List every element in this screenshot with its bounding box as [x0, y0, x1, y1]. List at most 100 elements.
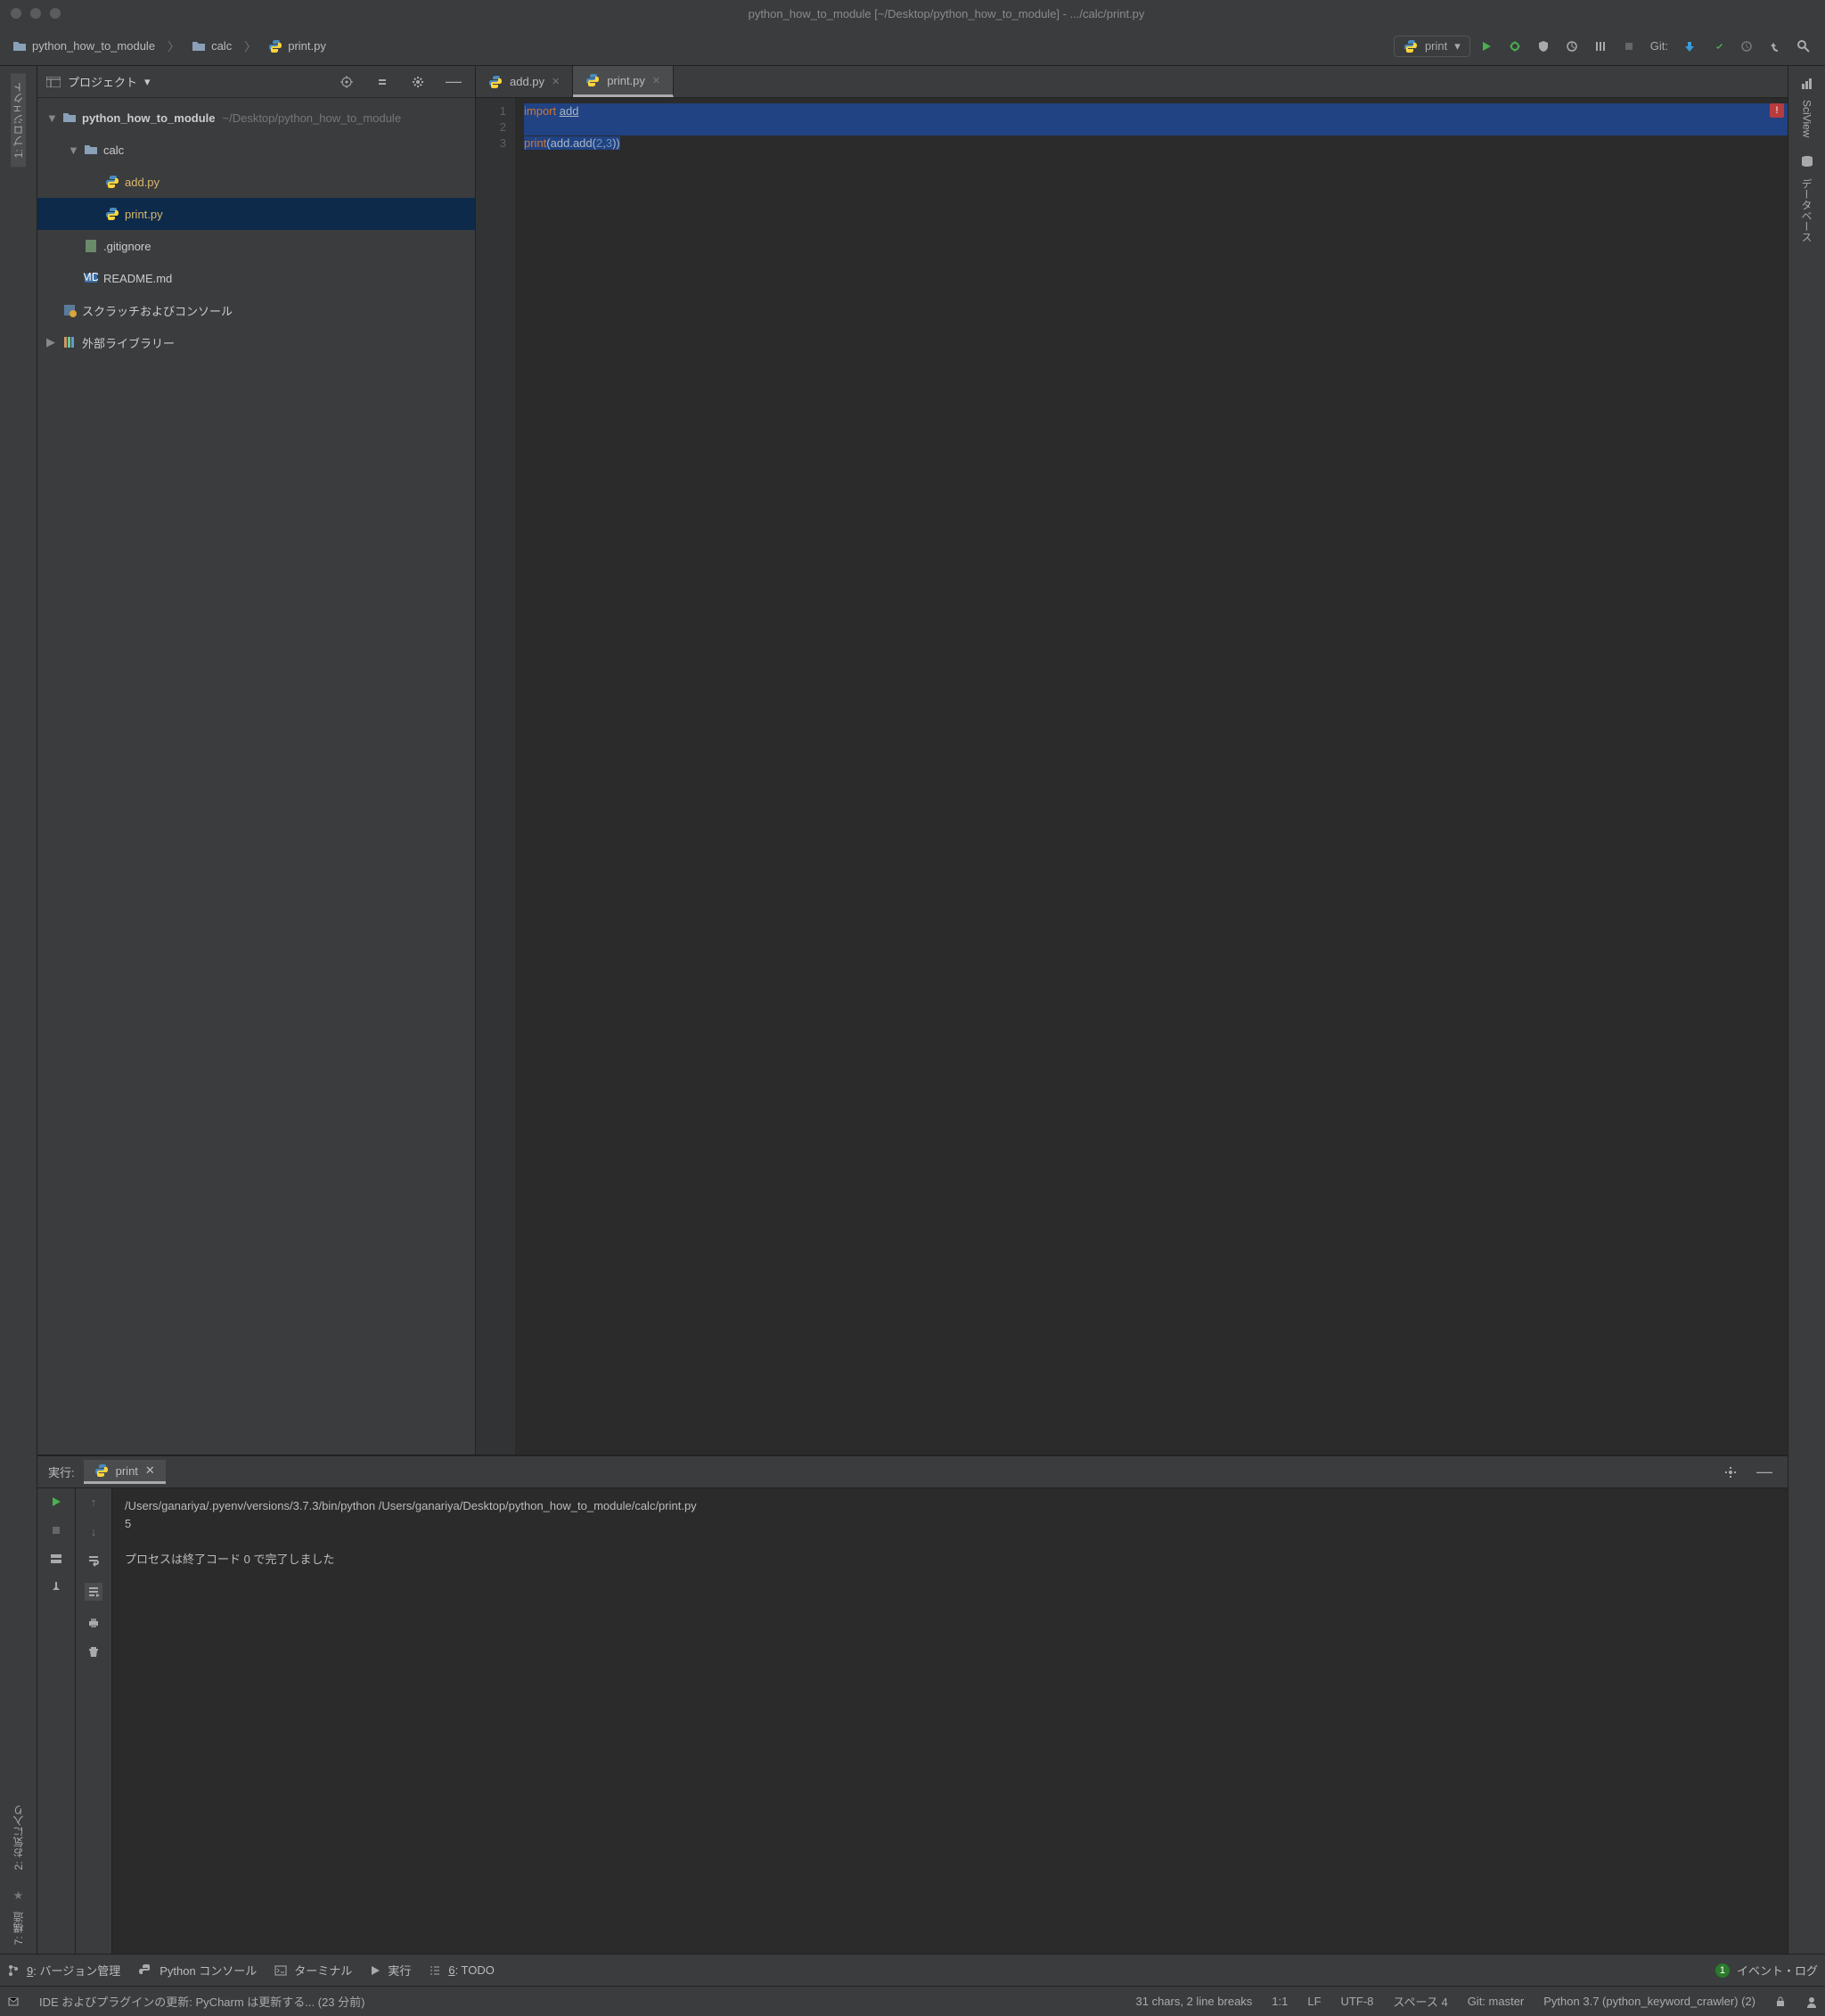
run-config-selector[interactable]: print ▾: [1394, 36, 1470, 57]
code-line[interactable]: import add: [524, 103, 1788, 119]
status-notifications-icon[interactable]: [7, 1996, 20, 2008]
hector-icon[interactable]: [1805, 1996, 1818, 2008]
tree-external-libs[interactable]: ▶ 外部ライブラリー: [37, 326, 475, 358]
minimize-window-icon[interactable]: [30, 8, 41, 19]
history-button[interactable]: [1734, 34, 1759, 59]
close-icon[interactable]: ✕: [552, 76, 560, 87]
status-caret[interactable]: 1:1: [1272, 1995, 1288, 2008]
structure-toolwindow-button[interactable]: 7: 構造: [11, 1903, 26, 1954]
status-interpreter[interactable]: Python 3.7 (python_keyword_crawler) (2): [1543, 1995, 1755, 2008]
tree-file-print[interactable]: print.py: [37, 198, 475, 230]
run-panel-header: 実行: print ✕ —: [37, 1456, 1788, 1488]
close-icon[interactable]: ✕: [652, 75, 660, 86]
project-panel-title[interactable]: プロジェクト ▾: [46, 73, 151, 90]
coverage-button[interactable]: [1531, 34, 1556, 59]
python-icon: [268, 39, 282, 53]
breadcrumb-file[interactable]: print.py: [265, 37, 330, 55]
hide-button[interactable]: —: [1752, 1460, 1777, 1485]
tree-label: .gitignore: [103, 240, 151, 253]
project-toolwindow-button[interactable]: 1: プロジェクト: [11, 73, 26, 167]
libraries-icon: [62, 335, 77, 349]
run-console-toolbar: ↑ ↓: [75, 1488, 112, 1954]
status-message[interactable]: IDE およびプラグインの更新: PyCharm は更新する... (23 分前…: [39, 1993, 364, 2010]
todo-icon: [429, 1964, 441, 1977]
stop-button[interactable]: [1616, 34, 1641, 59]
sciview-toolwindow-button[interactable]: SciView: [1801, 91, 1813, 146]
file-icon: [84, 239, 98, 253]
stop-button[interactable]: [50, 1524, 62, 1537]
maximize-window-icon[interactable]: [50, 8, 61, 19]
event-log-button[interactable]: 1 イベント・ログ: [1715, 1962, 1818, 1979]
tree-scratches[interactable]: スクラッチおよびコンソール: [37, 294, 475, 326]
locate-button[interactable]: [334, 70, 359, 94]
toolbar-right: print ▾ Git:: [1394, 34, 1816, 59]
settings-button[interactable]: [405, 70, 430, 94]
favorites-toolwindow-button[interactable]: 2: お気に入り: [11, 1796, 26, 1879]
code-line[interactable]: print(add.add(2,3)): [524, 135, 1788, 152]
code-editor[interactable]: 1 2 3 import add print(add.add(2,3)) !: [476, 98, 1788, 1455]
status-encoding[interactable]: UTF-8: [1341, 1995, 1374, 2008]
run-button[interactable]: [1474, 34, 1499, 59]
status-git[interactable]: Git: master: [1468, 1995, 1525, 2008]
chevron-down-icon: ▾: [1454, 39, 1461, 53]
database-toolwindow-button[interactable]: データベース: [1799, 169, 1814, 251]
editor-area: add.py ✕ print.py ✕ 1 2 3: [476, 66, 1788, 1455]
layout-button[interactable]: [50, 1553, 62, 1565]
rerun-button[interactable]: [50, 1496, 62, 1508]
down-button[interactable]: ↓: [91, 1525, 97, 1538]
tree-file-readme[interactable]: MD README.md: [37, 262, 475, 294]
python-icon: [488, 75, 503, 89]
soft-wrap-button[interactable]: [87, 1554, 100, 1567]
profile-button[interactable]: [1559, 34, 1584, 59]
editor-tabs: add.py ✕ print.py ✕: [476, 66, 1788, 98]
pin-button[interactable]: [50, 1581, 62, 1594]
status-line-sep[interactable]: LF: [1307, 1995, 1321, 2008]
editor-tab-add[interactable]: add.py ✕: [476, 66, 573, 97]
print-button[interactable]: [87, 1617, 100, 1629]
hide-button[interactable]: —: [441, 70, 466, 94]
run-panel-tab[interactable]: print ✕: [84, 1460, 166, 1484]
project-tree[interactable]: ▼ python_how_to_module ~/Desktop/python_…: [37, 98, 475, 1455]
lock-icon[interactable]: [1775, 1996, 1786, 2007]
line-number: 2: [476, 119, 506, 135]
error-stripe-icon[interactable]: !: [1770, 103, 1784, 118]
scroll-end-button[interactable]: [85, 1583, 102, 1601]
python-console-toolwindow-button[interactable]: Python コンソール: [138, 1962, 257, 1979]
terminal-toolwindow-button[interactable]: ターミナル: [274, 1962, 352, 1979]
close-icon[interactable]: ✕: [145, 1463, 155, 1478]
update-project-button[interactable]: [1677, 34, 1702, 59]
code-line[interactable]: [524, 119, 1788, 135]
code-content[interactable]: import add print(add.add(2,3)): [515, 98, 1788, 1455]
center-area: プロジェクト ▾ — ▼ python_how_to_module ~/Desk…: [37, 66, 1788, 1954]
breadcrumb-root[interactable]: python_how_to_module: [9, 37, 159, 55]
debug-button[interactable]: [1502, 34, 1527, 59]
tree-folder-calc[interactable]: ▼ calc: [37, 134, 475, 166]
folder-icon: [62, 111, 77, 125]
line-number: 1: [476, 103, 506, 119]
tab-label: print.py: [607, 74, 645, 87]
clear-button[interactable]: [87, 1645, 100, 1658]
python-icon: [1404, 39, 1418, 53]
revert-button[interactable]: [1763, 34, 1788, 59]
vcs-toolwindow-button[interactable]: 9: バージョン管理: [7, 1962, 120, 1979]
run-toolwindow-button[interactable]: 実行: [370, 1962, 411, 1979]
status-indent[interactable]: スペース 4: [1393, 1993, 1447, 2010]
up-button[interactable]: ↑: [91, 1496, 97, 1509]
tree-file-gitignore[interactable]: .gitignore: [37, 230, 475, 262]
window-controls[interactable]: [11, 8, 61, 19]
expand-all-button[interactable]: [370, 70, 395, 94]
search-button[interactable]: [1791, 34, 1816, 59]
tree-root[interactable]: ▼ python_how_to_module ~/Desktop/python_…: [37, 102, 475, 134]
gear-icon[interactable]: [1718, 1460, 1743, 1485]
close-window-icon[interactable]: [11, 8, 21, 19]
concurrency-button[interactable]: [1588, 34, 1613, 59]
breadcrumb-calc[interactable]: calc: [188, 37, 235, 55]
run-tab-label: print: [116, 1464, 138, 1478]
editor-tab-print[interactable]: print.py ✕: [573, 66, 674, 97]
commit-button[interactable]: [1706, 34, 1731, 59]
run-console[interactable]: /Users/ganariya/.pyenv/versions/3.7.3/bi…: [112, 1488, 1788, 1954]
breadcrumb-label: python_how_to_module: [32, 39, 155, 53]
todo-toolwindow-button[interactable]: 6: TODO: [429, 1963, 495, 1977]
tree-file-add[interactable]: add.py: [37, 166, 475, 198]
gutter[interactable]: 1 2 3: [476, 98, 515, 1455]
